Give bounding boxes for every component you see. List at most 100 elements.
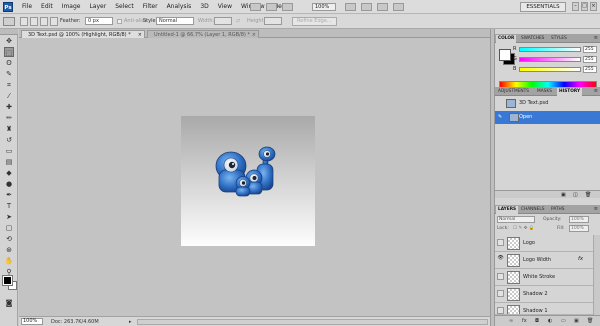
feather-input[interactable]: 0 px [85,17,113,25]
antialias-checkbox[interactable] [117,19,122,24]
document-tab-active[interactable]: 3D Text.psd @ 100% (Highlight, RGB/8) * … [21,30,145,38]
menu-edit[interactable]: Edit [41,3,53,10]
slider-green-value[interactable]: 255 [583,56,597,63]
intersect-selection-icon[interactable] [50,17,58,26]
tab-adjustments[interactable]: ADJUSTMENTS [496,88,531,96]
visibility-toggle[interactable] [497,307,504,314]
path-select-tool-icon[interactable]: ➤ [4,212,14,222]
tab-history[interactable]: HISTORY [557,88,583,96]
menu-3d[interactable]: 3D [200,3,208,10]
canvas-area[interactable] [19,38,490,316]
move-tool-icon[interactable]: ✥ [4,36,14,46]
crop-tool-icon[interactable]: ⌗ [4,80,14,90]
opacity-input[interactable]: 100% [569,216,589,223]
trash-icon[interactable]: 🗑 [585,192,591,198]
tab-masks[interactable]: MASKS [535,88,554,96]
layer-row[interactable]: Logo [495,235,593,252]
launch-minibridge-icon[interactable] [266,3,277,11]
new-group-icon[interactable]: ▭ [561,318,566,324]
brush-tool-icon[interactable]: ✏ [4,113,14,123]
tools-grip[interactable] [0,29,18,35]
layer-row[interactable]: Shadow 2 [495,286,593,303]
layer-name[interactable]: Logo Width [523,257,551,263]
height-input[interactable] [264,17,282,25]
tab-layers[interactable]: LAYERS [496,206,519,214]
history-brush-source-icon[interactable]: ✎ [498,111,502,124]
trash-icon[interactable]: 🗑 [587,318,593,324]
history-brush-tool-icon[interactable]: ↺ [4,135,14,145]
eraser-tool-icon[interactable]: ▭ [4,146,14,156]
slider-blue-value[interactable]: 255 [583,66,597,73]
menu-image[interactable]: Image [62,3,81,10]
3d-orbit-tool-icon[interactable]: ⊛ [4,245,14,255]
panel-menu-icon[interactable]: ≡ [594,35,598,41]
hand-tool-icon[interactable] [345,3,356,11]
horizontal-scrollbar[interactable] [137,319,488,325]
document-info[interactable]: Doc: 263.7K/4.60M [51,319,99,325]
zoom-tool-icon[interactable] [361,3,372,11]
close-icon[interactable]: × [590,2,597,11]
marquee-tool-icon[interactable]: ⬚ [4,47,14,57]
refine-edge-button[interactable]: Refine Edge... [292,17,337,26]
eyedropper-tool-icon[interactable]: ⁄ [4,91,14,101]
menu-filter[interactable]: Filter [143,3,158,10]
document-canvas[interactable] [181,116,315,246]
layer-name[interactable]: Shadow 2 [523,291,548,297]
launch-bridge-icon[interactable] [250,3,261,11]
document-tab-inactive[interactable]: Untitled-1 @ 66.7% (Layer 1, RGB/8) * × [147,30,259,38]
view-extras-icon[interactable] [282,3,293,11]
layer-row[interactable]: Shadow 1 [495,303,593,315]
fill-input[interactable]: 100% [569,225,589,232]
foreground-color-swatch[interactable] [2,275,13,286]
add-style-icon[interactable]: fx [522,318,527,324]
new-snapshot-icon[interactable]: ◫ [573,192,578,198]
lasso-tool-icon[interactable]: ʘ [4,58,14,68]
slider-red-value[interactable]: 255 [583,46,597,53]
tab-swatches[interactable]: SWATCHES [519,35,546,43]
screen-mode-icon[interactable] [393,3,404,11]
new-layer-icon[interactable]: ▣ [574,318,579,324]
width-input[interactable] [214,17,232,25]
slider-blue-track[interactable] [519,67,581,72]
add-to-selection-icon[interactable] [30,17,38,26]
adjustment-layer-icon[interactable]: ◐ [548,318,552,324]
3d-rotate-tool-icon[interactable]: ⟲ [4,234,14,244]
clone-stamp-tool-icon[interactable]: ♜ [4,124,14,134]
slider-green-track[interactable] [519,57,581,62]
layer-name[interactable]: Logo [523,240,535,246]
dodge-tool-icon[interactable]: ● [4,179,14,189]
menu-layer[interactable]: Layer [89,3,106,10]
visibility-toggle[interactable] [497,273,504,280]
maximize-icon[interactable]: □ [581,2,588,11]
lock-icons[interactable]: ☐ ✎ ✥ 🔒 [513,226,534,231]
type-tool-icon[interactable]: T [4,201,14,211]
style-select[interactable]: Normal [156,17,194,25]
photoshop-logo[interactable]: Ps [3,2,13,12]
menu-analysis[interactable]: Analysis [167,3,192,10]
link-layers-icon[interactable]: ∞ [509,318,513,324]
layer-row[interactable]: White Stroke [495,269,593,286]
layers-scrollbar[interactable] [593,235,600,315]
zoom-level-select[interactable]: 100% [312,3,336,11]
swap-icon[interactable]: ⇄ [236,18,240,24]
gradient-tool-icon[interactable]: ▤ [4,157,14,167]
tab-color[interactable]: COLOR [496,35,517,43]
quick-mask-icon[interactable]: ◙ [4,298,14,308]
shape-tool-icon[interactable]: ▢ [4,223,14,233]
menu-view[interactable]: View [218,3,232,10]
blend-mode-select[interactable]: Normal [497,216,535,223]
add-mask-icon[interactable]: ◘ [535,318,539,324]
menu-select[interactable]: Select [115,3,134,10]
panel-menu-icon[interactable]: ≡ [594,206,598,212]
workspace-switcher[interactable]: ESSENTIALS [520,2,566,12]
history-snapshot[interactable]: 3D Text.psd [495,97,600,110]
layer-row[interactable]: 👁 Logo Width fx [495,252,593,269]
hand-tool-icon[interactable]: ✋ [4,256,14,266]
layer-fx-icon[interactable]: fx [578,256,583,262]
new-selection-icon[interactable] [20,17,28,26]
subtract-selection-icon[interactable] [40,17,48,26]
healing-brush-tool-icon[interactable]: ✚ [4,102,14,112]
status-menu-arrow-icon[interactable]: ▸ [129,319,132,325]
menu-file[interactable]: File [22,3,32,10]
minimize-icon[interactable]: – [572,2,579,11]
